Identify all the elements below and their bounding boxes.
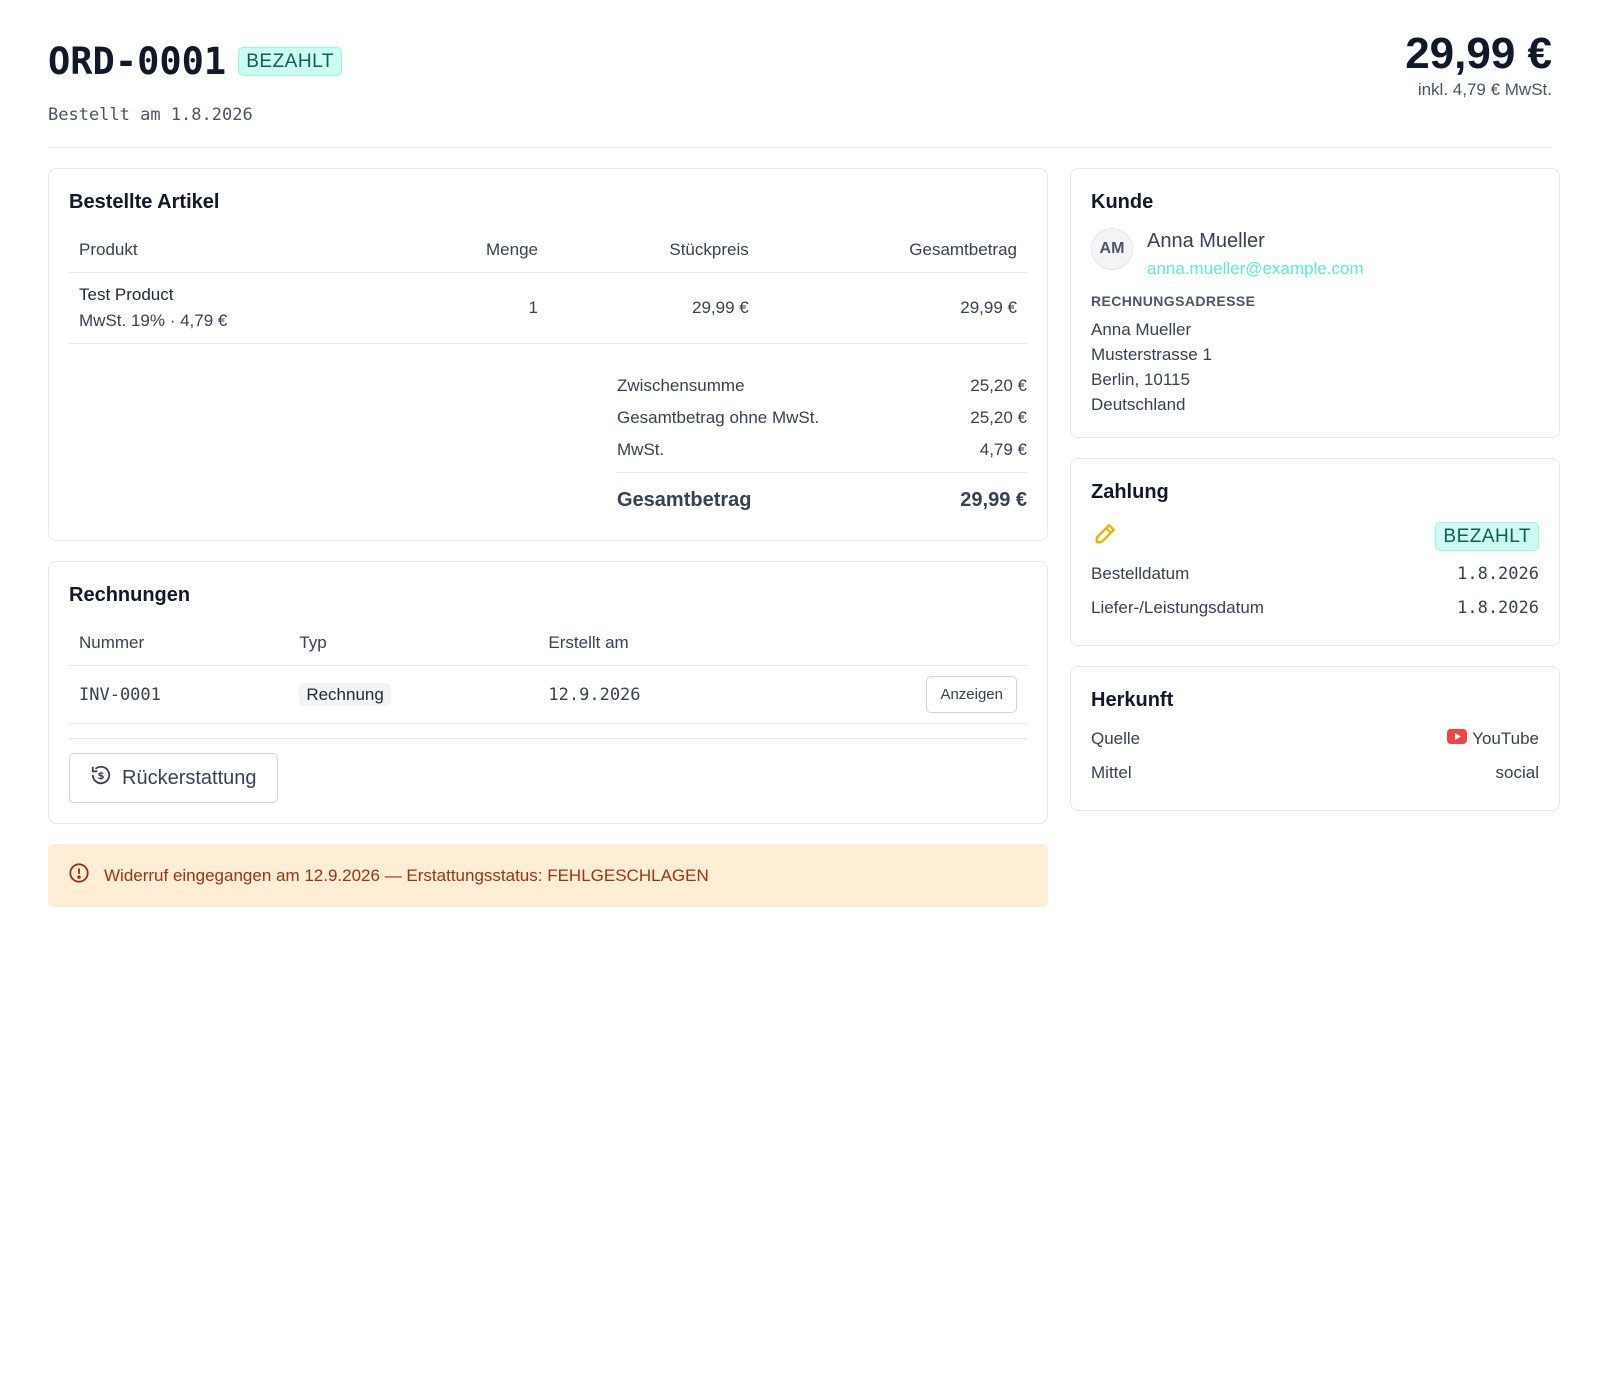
product-cell: Test Product MwSt. 19% · 4,79 € xyxy=(69,272,453,344)
order-id: ORD-0001 xyxy=(48,40,227,83)
right-column: Kunde AM Anna Mueller anna.mueller@examp… xyxy=(1070,168,1560,831)
service-date-label: Liefer-/Leistungsdatum xyxy=(1091,598,1264,617)
table-row: Test Product MwSt. 19% · 4,79 € 1 29,99 … xyxy=(69,272,1027,344)
invoice-created: 12.9.2026 xyxy=(538,665,826,724)
items-card-title: Bestellte Artikel xyxy=(69,191,220,213)
customer-card-title: Kunde xyxy=(1091,191,1154,213)
service-date-row: Liefer-/Leistungsdatum 1.8.2026 xyxy=(1091,591,1539,625)
payment-card-title: Zahlung xyxy=(1091,481,1169,503)
youtube-icon xyxy=(1447,729,1468,749)
grand-total-row: Gesamtbetrag 29,99 € xyxy=(617,472,1027,520)
refund-button[interactable]: $ Rückerstattung xyxy=(69,753,278,803)
origin-card-title: Herkunft xyxy=(1091,689,1174,711)
net-total-value: 25,20 € xyxy=(970,408,1027,427)
view-invoice-button[interactable]: Anzeigen xyxy=(926,676,1017,713)
col-number: Nummer xyxy=(69,625,290,666)
grand-total-label: Gesamtbetrag xyxy=(617,489,752,511)
withdrawal-alert: Widerruf eingegangen am 12.9.2026 — Erst… xyxy=(48,844,1048,907)
address-line: Deutschland xyxy=(1091,395,1186,414)
qty-cell: 1 xyxy=(452,272,548,344)
order-total-vat-note: inkl. 4,79 € MwSt. xyxy=(1417,80,1552,99)
source-row: Quelle YouTube xyxy=(1091,722,1539,756)
left-column: Bestellte Artikel Produkt Menge Stückpre… xyxy=(48,168,1048,907)
invoices-card-title: Rechnungen xyxy=(69,584,191,606)
invoices-card: Rechnungen Nummer Typ Erstellt am INV-00… xyxy=(48,561,1048,824)
customer-card: Kunde AM Anna Mueller anna.mueller@examp… xyxy=(1070,168,1560,438)
table-row: INV-0001 Rechnung 12.9.2026 Anzeigen xyxy=(69,665,1027,724)
alert-circle-icon xyxy=(68,862,90,889)
vat-row: MwSt. 4,79 € xyxy=(617,434,1027,466)
source-value: YouTube xyxy=(1447,729,1539,749)
col-type: Typ xyxy=(289,625,539,666)
product-vat-note: MwSt. 19% · 4,79 € xyxy=(79,311,228,330)
alert-text: Widerruf eingegangen am 12.9.2026 — Erst… xyxy=(104,865,709,885)
service-date-value: 1.8.2026 xyxy=(1457,598,1539,618)
order-date-label: Bestelldatum xyxy=(1091,564,1190,583)
order-header: ORD-0001 BEZAHLT Bestellt am 1.8.2026 29… xyxy=(48,29,1552,148)
customer-row: AM Anna Mueller anna.mueller@example.com xyxy=(1091,228,1539,279)
order-total: 29,99 € xyxy=(1405,29,1552,78)
customer-name: Anna Mueller xyxy=(1147,230,1265,252)
product-name: Test Product xyxy=(79,285,174,304)
medium-value: social xyxy=(1495,763,1539,782)
pencil-icon xyxy=(1091,520,1119,553)
medium-label: Mittel xyxy=(1091,763,1132,782)
col-created: Erstellt am xyxy=(538,625,826,666)
customer-email-link[interactable]: anna.mueller@example.com xyxy=(1147,259,1364,279)
refund-coin-icon: $ xyxy=(90,764,112,792)
invoices-divider xyxy=(69,738,1027,739)
refund-button-label: Rückerstattung xyxy=(122,766,257,789)
col-product: Produkt xyxy=(69,232,453,273)
origin-card: Herkunft Quelle YouTube Mittel social xyxy=(1070,666,1560,811)
grand-total-value: 29,99 € xyxy=(960,489,1027,511)
col-unit-price: Stückpreis xyxy=(547,232,759,273)
order-total-block: 29,99 € inkl. 4,79 € MwSt. xyxy=(1405,28,1552,100)
source-label: Quelle xyxy=(1091,729,1141,748)
avatar: AM xyxy=(1091,228,1133,270)
unit-price-cell: 29,99 € xyxy=(547,272,759,344)
billing-address-label: RECHNUNGSADRESSE xyxy=(1091,293,1256,309)
subtotal-row: Zwischensumme 25,20 € xyxy=(617,370,1027,402)
order-totals: Zwischensumme 25,20 € Gesamtbetrag ohne … xyxy=(617,370,1027,520)
invoices-table-header: Nummer Typ Erstellt am xyxy=(69,625,1027,666)
col-actions xyxy=(825,625,1027,666)
billing-address: Anna Mueller Musterstrasse 1 Berlin, 101… xyxy=(1091,317,1539,417)
payment-status-badge: BEZAHLT xyxy=(1435,522,1539,551)
items-table: Produkt Menge Stückpreis Gesamtbetrag Te… xyxy=(69,232,1027,344)
address-line: Berlin, 10115 xyxy=(1091,370,1190,389)
subtotal-value: 25,20 € xyxy=(970,376,1027,395)
medium-row: Mittel social xyxy=(1091,756,1539,790)
items-table-header: Produkt Menge Stückpreis Gesamtbetrag xyxy=(69,232,1027,273)
line-total-cell: 29,99 € xyxy=(758,272,1027,344)
customer-info: Anna Mueller anna.mueller@example.com xyxy=(1147,228,1364,279)
source-text: YouTube xyxy=(1472,729,1539,748)
vat-label: MwSt. xyxy=(617,440,665,459)
order-detail-page: ORD-0001 BEZAHLT Bestellt am 1.8.2026 29… xyxy=(0,0,1600,148)
ordered-at: Bestellt am 1.8.2026 xyxy=(48,105,253,125)
invoice-number: INV-0001 xyxy=(69,665,290,724)
order-title-row: ORD-0001 BEZAHLT xyxy=(48,40,1552,83)
invoice-type-cell: Rechnung xyxy=(289,665,539,724)
svg-text:$: $ xyxy=(97,771,104,782)
invoice-type-badge: Rechnung xyxy=(299,682,391,706)
invoices-table: Nummer Typ Erstellt am INV-0001 Rechnung… xyxy=(69,625,1027,724)
order-date-row: Bestelldatum 1.8.2026 xyxy=(1091,557,1539,591)
subtotal-label: Zwischensumme xyxy=(617,376,745,395)
order-date-value: 1.8.2026 xyxy=(1457,564,1539,584)
net-total-row: Gesamtbetrag ohne MwSt. 25,20 € xyxy=(617,402,1027,434)
net-total-label: Gesamtbetrag ohne MwSt. xyxy=(617,408,820,427)
address-line: Musterstrasse 1 xyxy=(1091,345,1212,364)
payment-method-row: BEZAHLT xyxy=(1091,520,1539,553)
col-total: Gesamtbetrag xyxy=(758,232,1027,273)
items-card: Bestellte Artikel Produkt Menge Stückpre… xyxy=(48,168,1048,541)
vat-value: 4,79 € xyxy=(979,440,1027,459)
status-badge: BEZAHLT xyxy=(238,47,342,76)
payment-card: Zahlung BEZAHLT Bestelldatum 1.8.2026 Li… xyxy=(1070,458,1560,646)
address-line: Anna Mueller xyxy=(1091,320,1192,339)
col-qty: Menge xyxy=(452,232,548,273)
invoice-actions: Anzeigen xyxy=(825,665,1027,724)
